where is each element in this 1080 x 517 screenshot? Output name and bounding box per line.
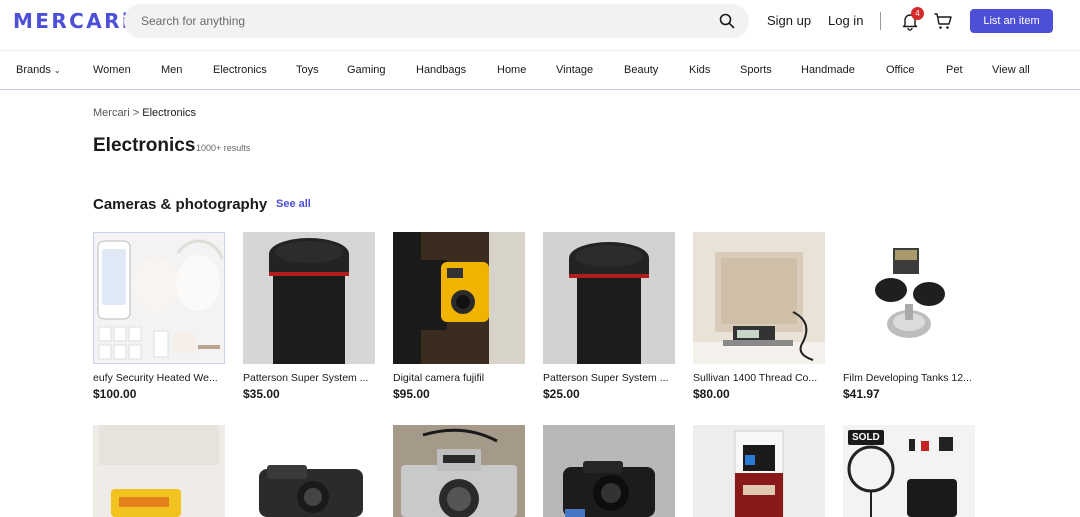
nav-handbags[interactable]: Handbags xyxy=(416,64,466,76)
product-image-fujifilm-camera[interactable] xyxy=(393,232,525,364)
product-image-action-camera[interactable] xyxy=(693,425,825,517)
nav-handmade[interactable]: Handmade xyxy=(801,64,855,76)
log-in-link[interactable]: Log in xyxy=(828,13,863,28)
notification-badge: 4 xyxy=(911,7,924,20)
product-image-developing-tank-2[interactable] xyxy=(543,232,675,364)
nav-sports[interactable]: Sports xyxy=(740,64,772,76)
product-name[interactable]: Film Developing Tanks 12... xyxy=(843,372,975,384)
nav-men[interactable]: Men xyxy=(161,64,182,76)
product-image-film-tanks[interactable] xyxy=(843,232,975,364)
search-icon[interactable] xyxy=(719,13,735,29)
list-an-item-button[interactable]: List an item xyxy=(970,9,1053,33)
product-image-breast-pump[interactable] xyxy=(93,232,225,364)
breadcrumb: Mercari > Electronics xyxy=(93,107,196,119)
breadcrumb-mercari[interactable]: Mercari xyxy=(93,107,130,119)
breadcrumb-separator: > xyxy=(132,107,140,119)
nav-pet[interactable]: Pet xyxy=(946,64,963,76)
site-header: MERCARi Search for anything Sign up Log … xyxy=(0,0,1080,50)
product-image-film-box[interactable] xyxy=(93,425,225,517)
product-price: $95.00 xyxy=(393,387,430,401)
section-title: Cameras & photography xyxy=(93,196,268,213)
chevron-down-icon: ⌄ xyxy=(53,66,61,75)
cart-icon[interactable] xyxy=(933,11,953,31)
nav-women[interactable]: Women xyxy=(93,64,131,76)
nav-gaming[interactable]: Gaming xyxy=(347,64,386,76)
product-price: $41.97 xyxy=(843,387,880,401)
product-price: $80.00 xyxy=(693,387,730,401)
search-bar[interactable]: Search for anything xyxy=(124,4,749,38)
breadcrumb-electronics: Electronics xyxy=(142,107,197,119)
product-price: $35.00 xyxy=(243,387,280,401)
product-price: $100.00 xyxy=(93,387,137,401)
sold-badge: SOLD xyxy=(848,430,884,445)
nav-vintage[interactable]: Vintage xyxy=(556,64,593,76)
product-image-ring-light[interactable]: SOLD xyxy=(843,425,975,517)
nav-beauty[interactable]: Beauty xyxy=(624,64,658,76)
category-nav: Brands ⌄ Women Men Electronics Toys Gami… xyxy=(0,50,1080,90)
nav-home[interactable]: Home xyxy=(497,64,526,76)
product-image-film-camera[interactable] xyxy=(243,425,375,517)
nav-toys[interactable]: Toys xyxy=(296,64,319,76)
nav-brands[interactable]: Brands ⌄ xyxy=(16,64,61,76)
product-image-digital-camera[interactable] xyxy=(543,425,675,517)
see-all-link[interactable]: See all xyxy=(276,198,311,210)
product-name[interactable]: Sullivan 1400 Thread Co... xyxy=(693,372,825,384)
nav-office[interactable]: Office xyxy=(886,64,915,76)
nav-view-all[interactable]: View all xyxy=(992,64,1030,76)
product-name[interactable]: eufy Security Heated We... xyxy=(93,372,225,384)
mercari-logo[interactable]: MERCARi xyxy=(13,9,131,33)
product-image-canon-camera[interactable] xyxy=(393,425,525,517)
product-image-developing-tank[interactable] xyxy=(243,232,375,364)
header-divider xyxy=(880,12,881,30)
product-name[interactable]: Patterson Super System ... xyxy=(243,372,375,384)
nav-electronics[interactable]: Electronics xyxy=(213,64,267,76)
nav-kids[interactable]: Kids xyxy=(689,64,710,76)
search-placeholder[interactable]: Search for anything xyxy=(141,14,245,28)
results-count: 1000+ results xyxy=(196,143,251,153)
product-image-thread-counter[interactable] xyxy=(693,232,825,364)
product-name[interactable]: Digital camera fujifil xyxy=(393,372,525,384)
sign-up-link[interactable]: Sign up xyxy=(767,13,811,28)
product-name[interactable]: Patterson Super System ... xyxy=(543,372,675,384)
product-price: $25.00 xyxy=(543,387,580,401)
page-title: Electronics xyxy=(93,135,196,156)
